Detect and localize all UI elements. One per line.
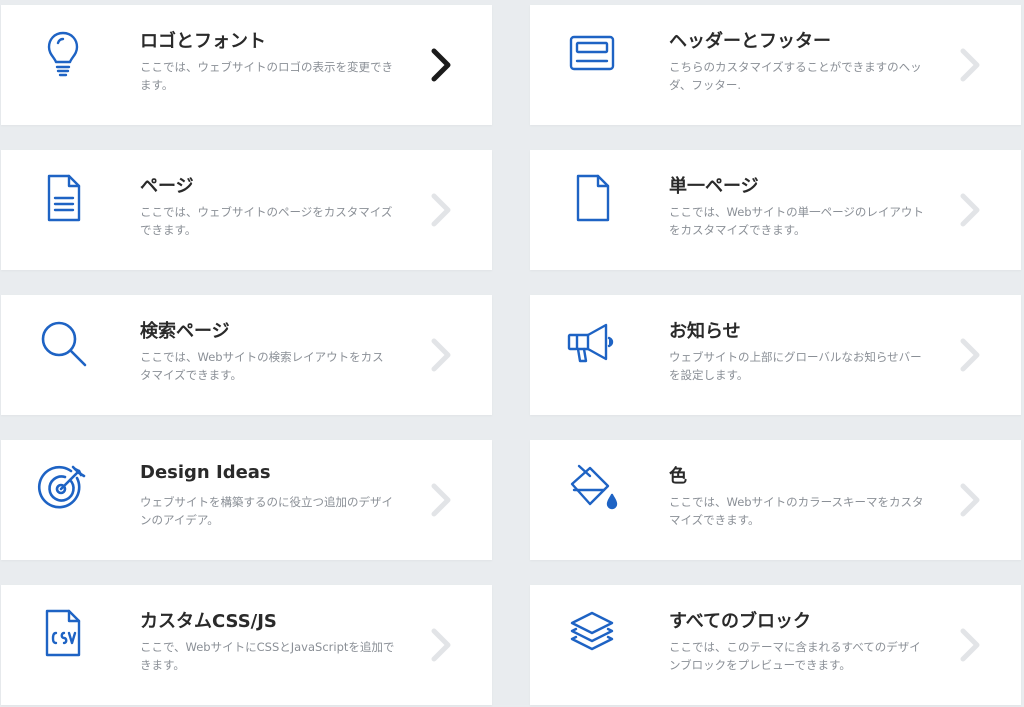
layers-icon bbox=[566, 607, 618, 659]
chevron-right-icon[interactable] bbox=[428, 190, 456, 230]
card-custom-css-js[interactable]: カスタムCSS/JS ここで、WebサイトにCSSとJavaScriptを追加で… bbox=[1, 585, 492, 705]
card-header-footer[interactable]: ヘッダーとフッター こちらのカスタマイズすることができますのヘッダ、フッター. bbox=[530, 5, 1021, 125]
single-page-icon bbox=[566, 172, 618, 224]
chevron-right-icon[interactable] bbox=[428, 625, 456, 665]
chevron-right-icon[interactable] bbox=[428, 335, 456, 375]
card-page[interactable]: ページ ここでは、ウェブサイトのページをカスタマイズできます。 bbox=[1, 150, 492, 270]
card-title: ヘッダーとフッター bbox=[669, 31, 831, 52]
card-title: 色 bbox=[669, 466, 687, 487]
megaphone-icon bbox=[566, 317, 618, 369]
card-description: ウェブサイトを構築するのに役立つ追加のデザインのアイデア。 bbox=[140, 495, 393, 527]
target-icon bbox=[37, 462, 89, 514]
card-description: ここで、WebサイトにCSSとJavaScriptを追加できます。 bbox=[140, 640, 395, 672]
card-all-blocks[interactable]: すべてのブロック ここでは、このテーマに含まれるすべてのデザインブロックをプレビ… bbox=[530, 585, 1021, 705]
card-description: ウェブサイトの上部にグローバルなお知らせバーを設定します。 bbox=[669, 350, 922, 382]
card-description: ここでは、Webサイトのカラースキーマをカスタマイズできます。 bbox=[669, 495, 924, 527]
card-color[interactable]: 色 ここでは、Webサイトのカラースキーマをカスタマイズできます。 bbox=[530, 440, 1021, 560]
chevron-right-icon[interactable] bbox=[957, 480, 985, 520]
card-logo-font[interactable]: ロゴとフォント ここでは、ウェブサイトのロゴの表示を変更できます。 bbox=[1, 5, 492, 125]
card-description: こちらのカスタマイズすることができますのヘッダ、フッター. bbox=[669, 60, 922, 92]
card-title: カスタムCSS/JS bbox=[140, 611, 277, 632]
paint-bucket-icon bbox=[566, 462, 618, 514]
card-announcement[interactable]: お知らせ ウェブサイトの上部にグローバルなお知らせバーを設定します。 bbox=[530, 295, 1021, 415]
card-description: ここでは、ウェブサイトのロゴの表示を変更できます。 bbox=[140, 60, 393, 92]
header-footer-icon bbox=[566, 27, 618, 79]
card-description: ここでは、ウェブサイトのページをカスタマイズできます。 bbox=[140, 205, 393, 237]
card-title: 単一ページ bbox=[669, 176, 759, 197]
card-title: お知らせ bbox=[669, 321, 741, 342]
card-title: ロゴとフォント bbox=[140, 31, 266, 52]
csv-file-icon bbox=[37, 607, 89, 659]
chevron-right-icon[interactable] bbox=[957, 625, 985, 665]
card-search-page[interactable]: 検索ページ ここでは、Webサイトの検索レイアウトをカスタマイズできます。 bbox=[1, 295, 492, 415]
chevron-right-icon[interactable] bbox=[957, 335, 985, 375]
card-title: Design Ideas bbox=[140, 462, 271, 483]
card-title: ページ bbox=[140, 176, 194, 197]
chevron-right-icon[interactable] bbox=[957, 190, 985, 230]
card-description: ここでは、Webサイトの単一ページのレイアウトをカスタマイズできます。 bbox=[669, 205, 924, 237]
card-title: すべてのブロック bbox=[669, 611, 812, 632]
card-description: ここでは、このテーマに含まれるすべてのデザインブロックをプレビューできます。 bbox=[669, 640, 921, 672]
chevron-right-icon[interactable] bbox=[428, 480, 456, 520]
card-description: ここでは、Webサイトの検索レイアウトをカスタマイズできます。 bbox=[140, 350, 384, 382]
card-title: 検索ページ bbox=[140, 321, 230, 342]
chevron-right-icon[interactable] bbox=[957, 45, 985, 85]
lightbulb-icon bbox=[37, 27, 89, 79]
chevron-right-icon[interactable] bbox=[428, 45, 456, 85]
card-design-ideas[interactable]: Design Ideas ウェブサイトを構築するのに役立つ追加のデザインのアイデ… bbox=[1, 440, 492, 560]
card-single-page[interactable]: 単一ページ ここでは、Webサイトの単一ページのレイアウトをカスタマイズできます… bbox=[530, 150, 1021, 270]
page-icon bbox=[37, 172, 89, 224]
search-icon bbox=[37, 317, 89, 369]
